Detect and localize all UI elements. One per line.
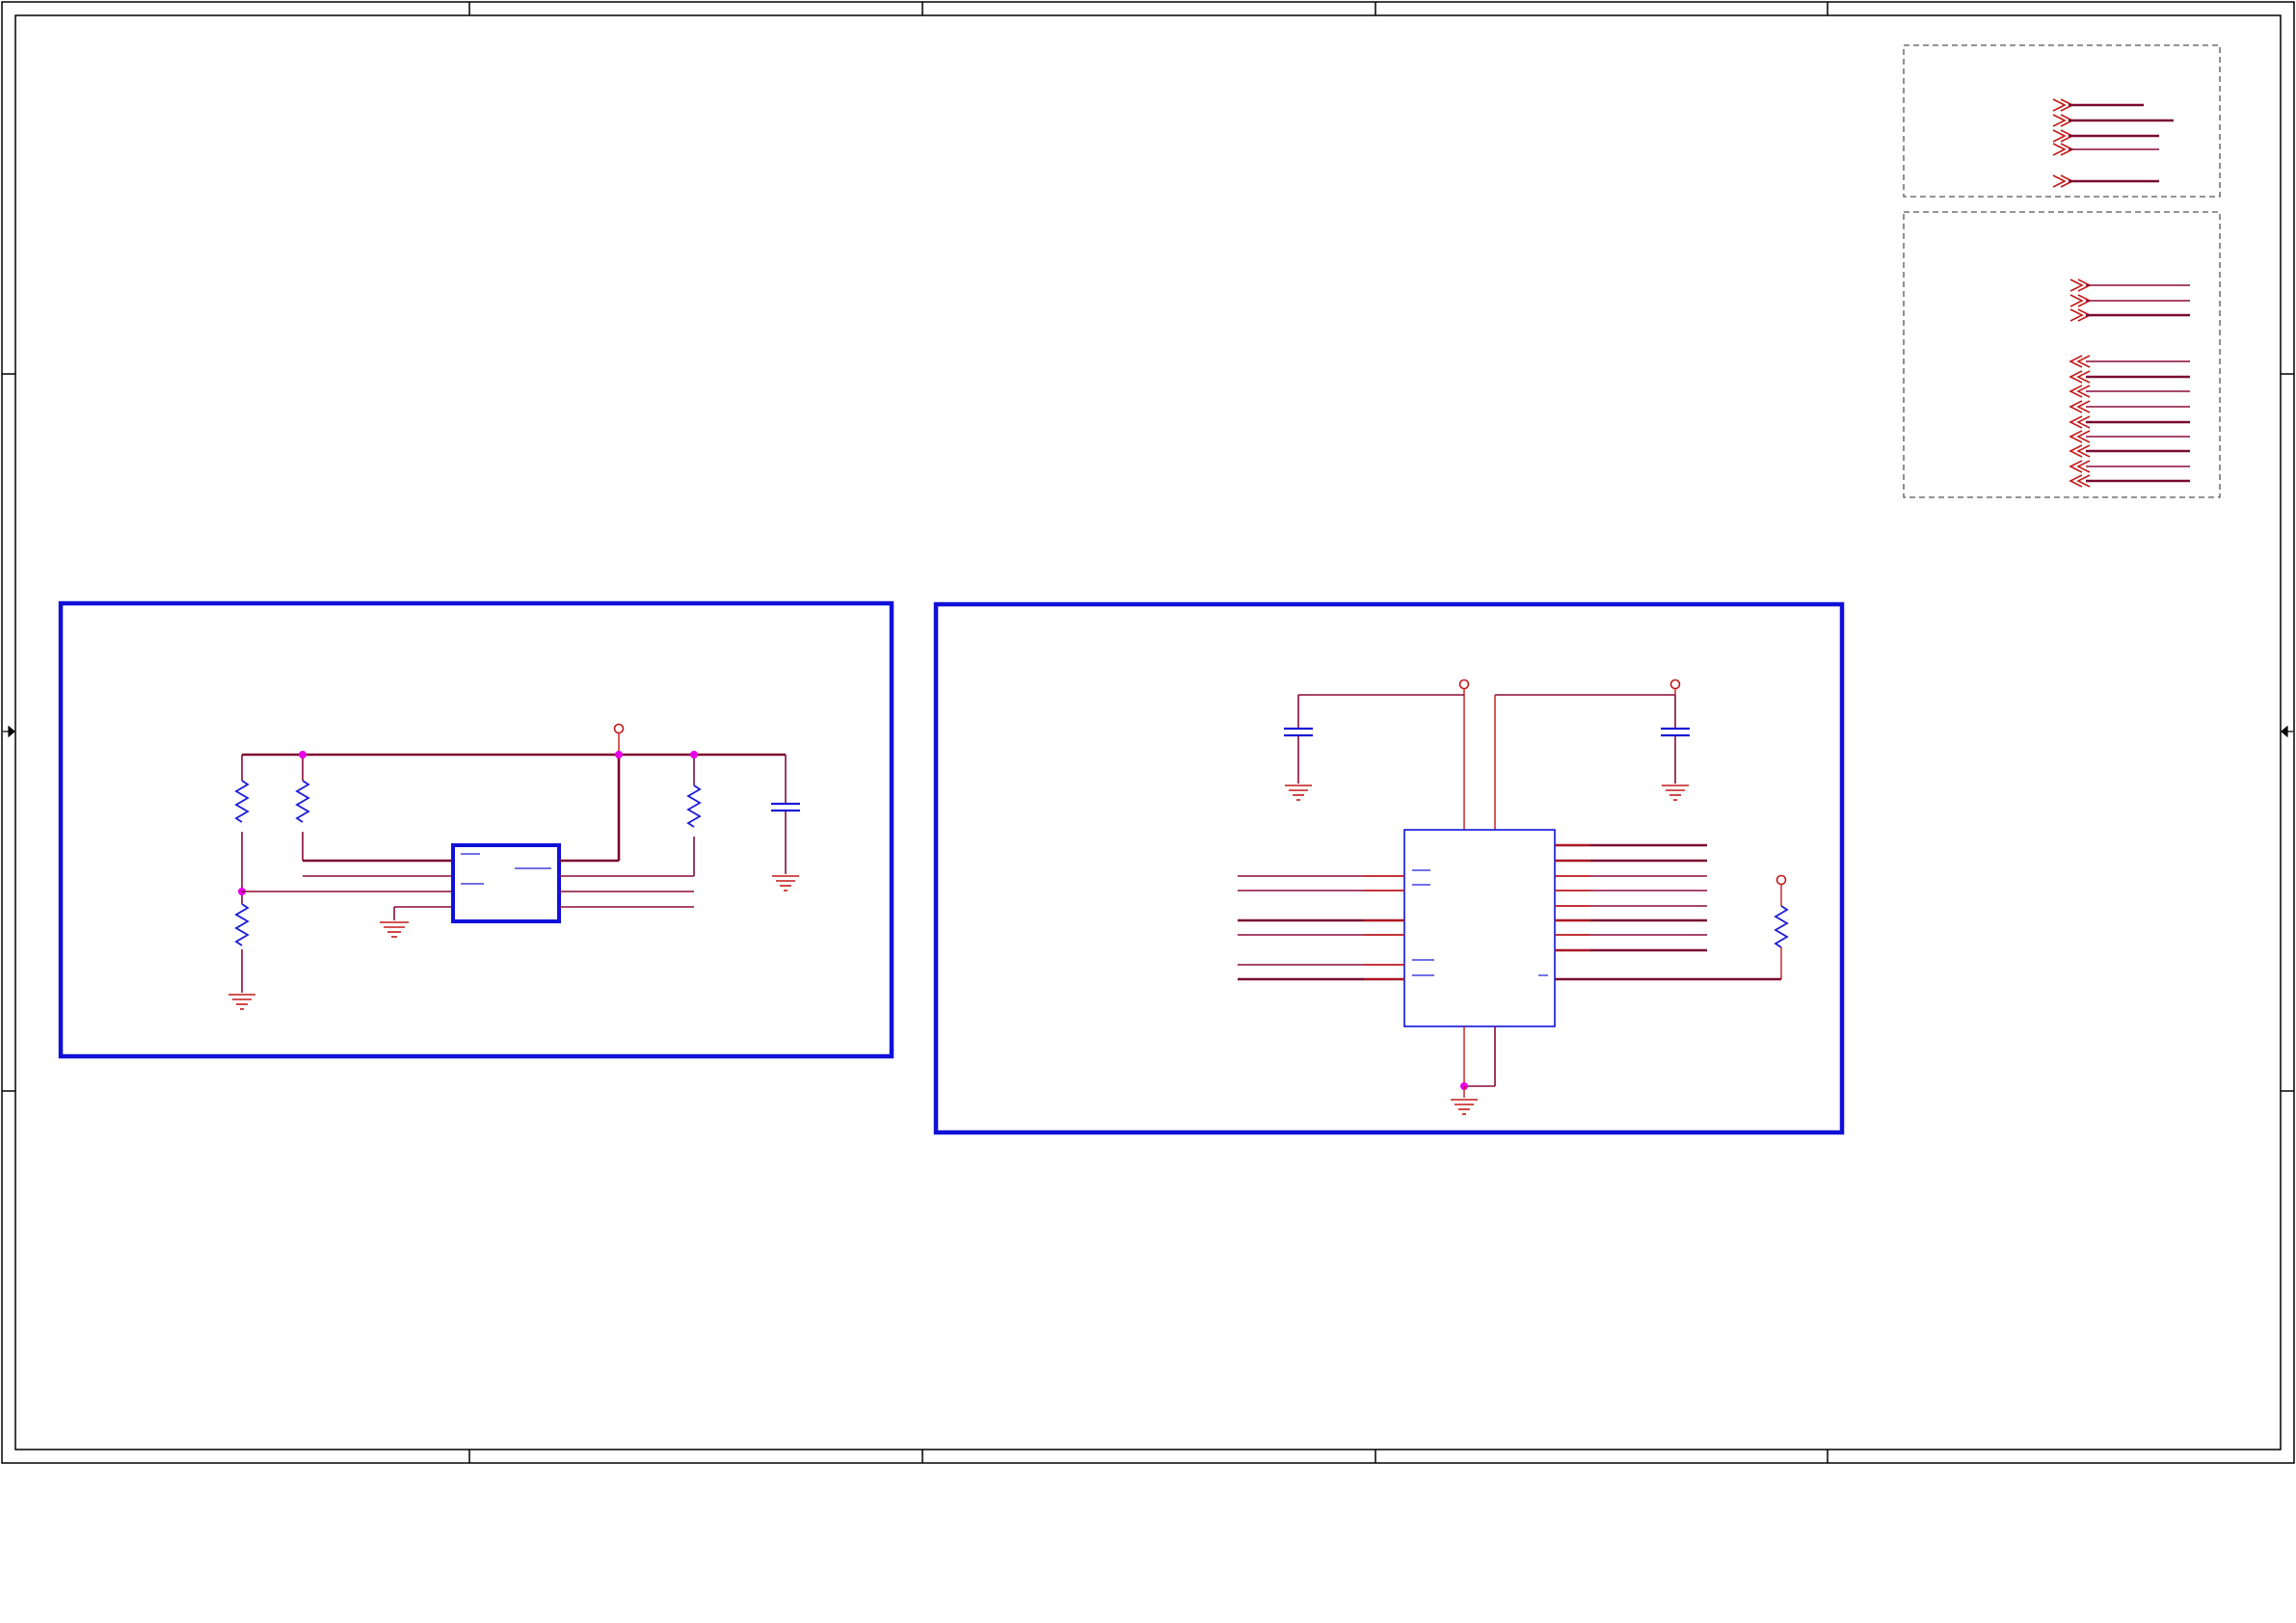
port-flags-bottom <box>2069 279 2190 488</box>
ic-u2-right-pins <box>1555 843 1781 981</box>
port-flags-top <box>2052 98 2174 188</box>
resistor-r3 <box>295 755 453 863</box>
schematic-sheet <box>1 1 2295 1464</box>
center-mark-left-icon <box>3 725 15 738</box>
capacitor-c2 <box>1284 695 1313 784</box>
ic-u2 <box>1403 829 1556 1027</box>
power-symbol-right-3 <box>1775 874 1787 906</box>
capacitor-c1 <box>771 755 800 874</box>
ground-symbol-left-3 <box>772 875 799 891</box>
ground-symbol-right-2 <box>1662 785 1689 801</box>
power-symbol-right-2 <box>1669 678 1681 695</box>
ic-u1 <box>451 843 561 923</box>
resistor-r5 <box>1774 905 1789 979</box>
center-mark-right-icon <box>2281 725 2293 738</box>
junction-dot <box>615 751 623 758</box>
port-group-bottom <box>1903 211 2221 498</box>
ground-symbol-right-1 <box>1285 785 1312 801</box>
power-symbol-right-1 <box>1458 678 1470 830</box>
ground-symbol-left-2 <box>380 921 409 938</box>
drawing-frame <box>1 1 2295 1464</box>
resistor-r4 <box>686 755 702 876</box>
left-circuit-block <box>58 600 894 1059</box>
ic-u2-left-pins <box>1238 875 1404 981</box>
junction-dot <box>690 751 698 758</box>
ground-symbol-right-3 <box>1451 1099 1478 1115</box>
junction-dot <box>299 751 307 758</box>
power-symbol-left <box>613 723 625 755</box>
right-circuit-block <box>933 601 1845 1135</box>
resistor-r1 <box>234 755 250 891</box>
capacitor-c3 <box>1661 695 1690 784</box>
port-group-top <box>1903 44 2221 198</box>
ground-symbol-left-1 <box>228 994 255 1010</box>
resistor-r2 <box>234 891 250 993</box>
